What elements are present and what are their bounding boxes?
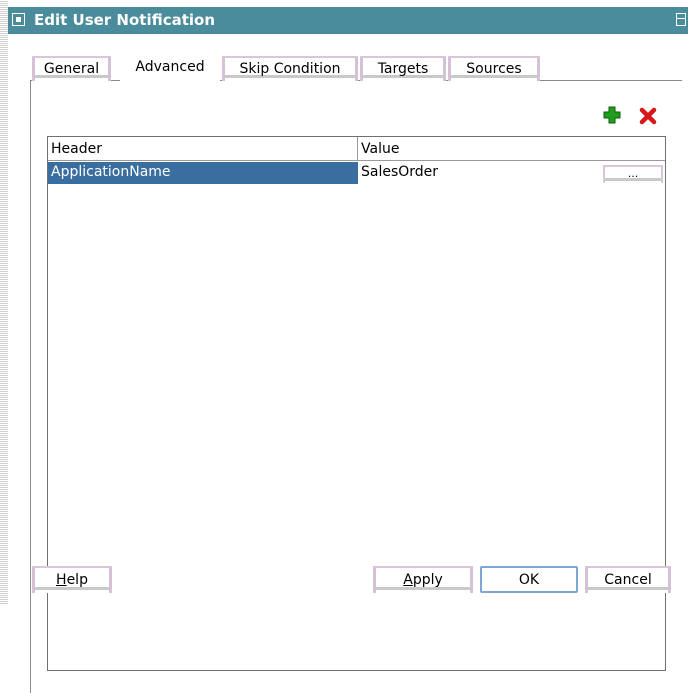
x-icon[interactable] [639,107,657,125]
tab-targets[interactable]: Targets [360,56,446,81]
ok-button[interactable]: OK [480,566,578,593]
tab-label: Skip Condition [239,61,341,77]
tab-label: Targets [377,61,429,77]
help-button[interactable]: Help [32,566,112,593]
column-header-header[interactable]: Header [48,137,358,161]
tab-label: Sources [466,61,522,77]
edit-value-button[interactable]: ... [603,165,663,183]
tab-label: Advanced [135,59,205,75]
tab-advanced[interactable]: Advanced [120,54,220,81]
title-bar[interactable]: Edit User Notification [8,7,688,34]
maximize-icon[interactable] [676,13,686,26]
window-left-edge [0,0,8,604]
dialog-window: Edit User Notification General Advanced … [0,0,688,693]
plus-icon[interactable] [603,106,621,124]
cancel-button[interactable]: Cancel [585,566,671,593]
apply-accelerator: A [403,572,413,588]
column-header-value[interactable]: Value [358,137,665,161]
tab-label: General [43,61,100,77]
tab-sources[interactable]: Sources [448,56,540,81]
help-label: elp [66,572,88,588]
window-title: Edit User Notification [34,11,216,29]
table-row-value-cell[interactable]: SalesOrder [358,162,598,184]
window-menu-icon[interactable] [12,13,25,26]
apply-button[interactable]: Apply [373,566,473,593]
table-row-header-cell[interactable]: ApplicationName [48,162,358,184]
tab-skip-condition[interactable]: Skip Condition [222,56,358,81]
tab-general[interactable]: General [32,56,111,81]
apply-label: pply [412,572,443,588]
help-accelerator: H [56,572,67,588]
